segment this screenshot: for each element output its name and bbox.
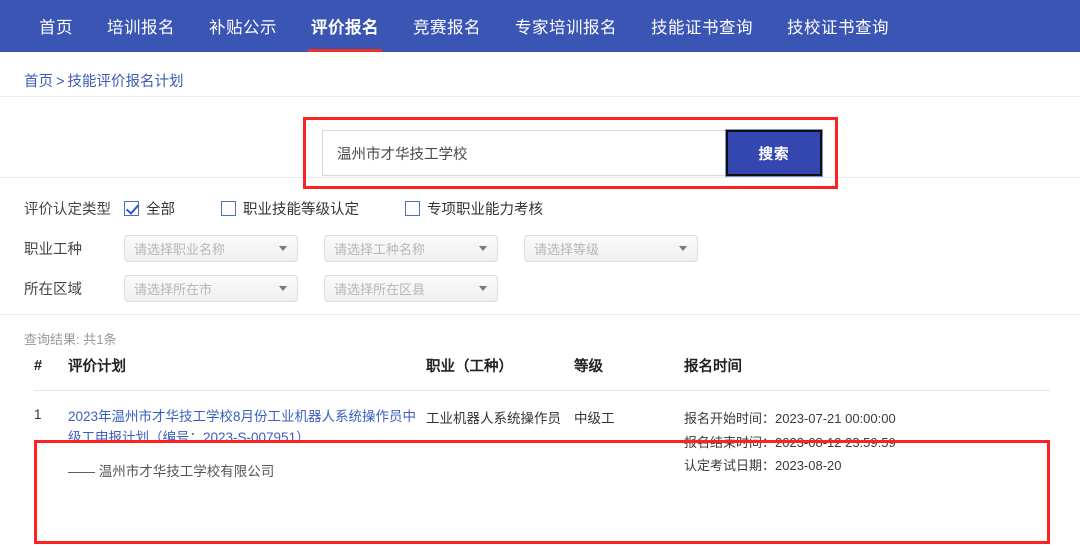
- filter-panel: 评价认定类型 全部 职业技能等级认定 专项职业能力考核 职业工种 请选择职业名称…: [0, 178, 1080, 302]
- select-occupation-name[interactable]: 请选择职业名称: [124, 234, 298, 262]
- select-level-value: 请选择等级: [534, 241, 600, 257]
- registration-end-time: 报名结束时间：2023-08-12 23:59:59: [684, 434, 896, 450]
- nav-item-label: 技能证书查询: [651, 19, 753, 37]
- nav-item-label: 专家培训报名: [515, 19, 617, 37]
- select-district[interactable]: 请选择所在区县: [324, 274, 498, 302]
- checkbox-item-special-ability-assessment[interactable]: 专项职业能力考核: [405, 198, 543, 219]
- column-header-plan: 评价计划: [68, 355, 426, 391]
- filter-label-evaluation-type: 评价认定类型: [24, 201, 111, 218]
- checkbox-label-vocational-skill-level: 职业技能等级认定: [243, 201, 359, 218]
- column-header-index: #: [34, 355, 68, 391]
- checkbox-label-special-ability-assessment: 专项职业能力考核: [427, 201, 543, 218]
- chevron-down-icon: [479, 245, 487, 251]
- registration-start-time: 报名开始时间：2023-07-21 00:00:00: [684, 411, 896, 426]
- table-row: 1 2023年温州市才华技工学校8月份工业机器人系统操作员中级工申报计划（编号：…: [34, 391, 1050, 490]
- column-header-job: 职业（工种）: [426, 355, 574, 391]
- nav-item-evaluation-registration[interactable]: 评价报名: [294, 0, 396, 52]
- filter-row-evaluation-type: 评价认定类型 全部 职业技能等级认定 专项职业能力考核: [24, 194, 1080, 222]
- nav-item-label: 评价报名: [311, 19, 379, 37]
- nav-item-home[interactable]: 首页: [22, 0, 90, 52]
- nav-item-skill-certificate-query[interactable]: 技能证书查询: [634, 0, 770, 52]
- nav-item-label: 培训报名: [107, 19, 175, 37]
- filter-row-region: 所在区域 请选择所在市 请选择所在区县: [24, 274, 1080, 302]
- job-name: 工业机器人系统操作员: [426, 411, 561, 426]
- select-district-value: 请选择所在区县: [334, 281, 426, 297]
- select-level[interactable]: 请选择等级: [524, 234, 698, 262]
- plan-title-link[interactable]: 2023年温州市才华技工学校8月份工业机器人系统操作员中级工申报计划（编号：20…: [68, 407, 426, 449]
- nav-item-label: 首页: [39, 19, 73, 37]
- filter-row-occupation: 职业工种 请选择职业名称 请选择工种名称 请选择等级: [24, 234, 1080, 262]
- chevron-down-icon: [679, 245, 687, 251]
- select-occupation-name-value: 请选择职业名称: [134, 241, 226, 257]
- nav-item-label: 竞赛报名: [413, 19, 481, 37]
- checkbox-unchecked-icon[interactable]: [405, 200, 420, 216]
- checkbox-checked-icon[interactable]: [124, 200, 139, 216]
- checkbox-item-vocational-skill-level[interactable]: 职业技能等级认定: [221, 198, 359, 219]
- search-input[interactable]: [322, 130, 726, 176]
- search-bar: 搜索: [322, 129, 823, 177]
- row-time-cell: 报名开始时间：2023-07-21 00:00:00 报名结束时间：2023-0…: [684, 391, 1050, 490]
- main-navigation: 首页 培训报名 补贴公示 评价报名 竞赛报名 专家培训报名 技能证书查询 技校证…: [0, 0, 1080, 52]
- chevron-down-icon: [279, 285, 287, 291]
- exam-date: 认定考试日期：2023-08-20: [684, 458, 842, 474]
- filter-label-occupation: 职业工种: [24, 241, 82, 258]
- breadcrumb-current: 技能评价报名计划: [67, 74, 184, 90]
- result-count-text: 查询结果: 共1条: [24, 332, 117, 347]
- breadcrumb: 首页 > 技能评价报名计划: [0, 52, 1080, 96]
- filter-label-region: 所在区域: [24, 281, 82, 298]
- level-value: 中级工: [574, 411, 615, 426]
- chevron-down-icon: [279, 245, 287, 251]
- breadcrumb-home-link[interactable]: 首页: [24, 74, 53, 90]
- nav-item-label: 补贴公示: [209, 19, 277, 37]
- table-header-row: # 评价计划 职业（工种） 等级 报名时间: [34, 355, 1050, 391]
- results-table: # 评价计划 职业（工种） 等级 报名时间 1 2023年温州市才华技工学校8月…: [34, 355, 1050, 490]
- nav-item-competition-registration[interactable]: 竞赛报名: [396, 0, 498, 52]
- select-job-type-name-value: 请选择工种名称: [334, 241, 426, 257]
- row-plan-cell: 2023年温州市才华技工学校8月份工业机器人系统操作员中级工申报计划（编号：20…: [68, 391, 426, 490]
- select-city[interactable]: 请选择所在市: [124, 274, 298, 302]
- plan-organization: —— 温州市才华技工学校有限公司: [68, 463, 275, 479]
- select-city-value: 请选择所在市: [134, 281, 213, 297]
- nav-item-school-certificate-query[interactable]: 技校证书查询: [770, 0, 906, 52]
- column-header-level: 等级: [574, 355, 684, 391]
- checkbox-unchecked-icon[interactable]: [221, 200, 236, 216]
- row-index: 1: [34, 407, 42, 422]
- row-job-cell: 工业机器人系统操作员: [426, 391, 574, 490]
- nav-item-subsidy-notice[interactable]: 补贴公示: [192, 0, 294, 52]
- chevron-down-icon: [479, 285, 487, 291]
- checkbox-label-all: 全部: [146, 201, 175, 218]
- column-header-registration-time: 报名时间: [684, 355, 1050, 391]
- checkbox-item-all[interactable]: 全部: [124, 198, 175, 219]
- nav-item-label: 技校证书查询: [787, 19, 889, 37]
- row-level-cell: 中级工: [574, 391, 684, 490]
- select-job-type-name[interactable]: 请选择工种名称: [324, 234, 498, 262]
- search-button[interactable]: 搜索: [725, 129, 823, 177]
- nav-item-training-registration[interactable]: 培训报名: [90, 0, 192, 52]
- nav-item-expert-training-registration[interactable]: 专家培训报名: [498, 0, 634, 52]
- breadcrumb-separator: >: [56, 74, 65, 90]
